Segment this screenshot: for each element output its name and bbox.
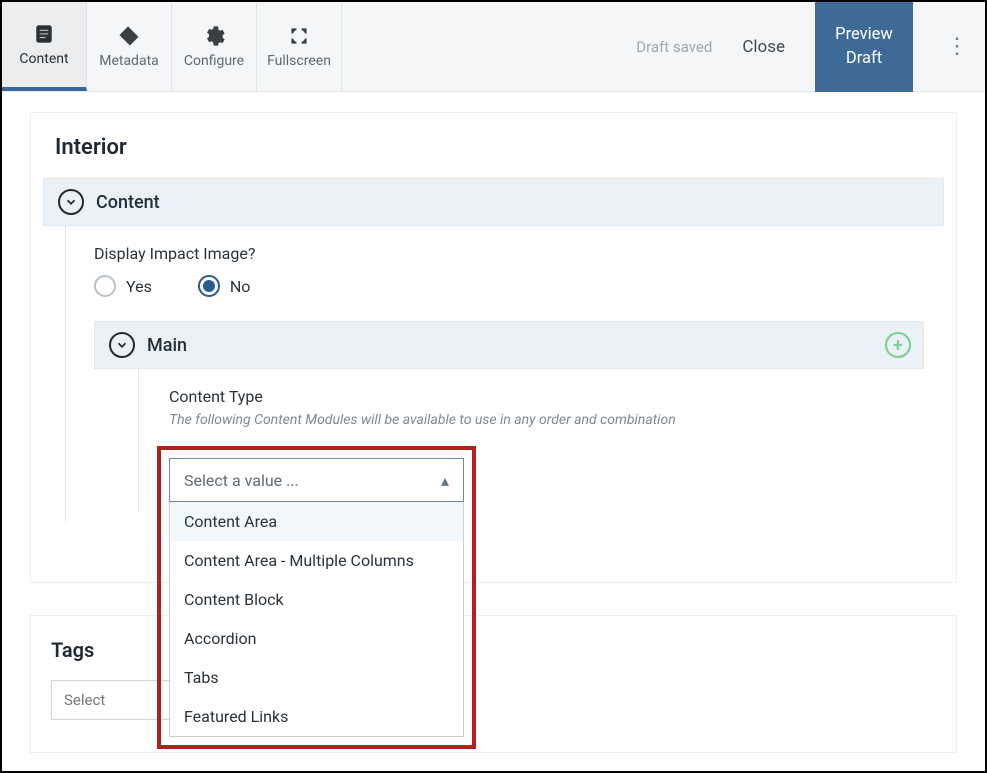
- dropdown-option-content-area-multi[interactable]: Content Area - Multiple Columns: [170, 541, 463, 580]
- dropdown-option-accordion[interactable]: Accordion: [170, 619, 463, 658]
- kebab-icon: ⋮: [946, 34, 968, 59]
- tab-configure[interactable]: Configure: [172, 2, 257, 91]
- close-button[interactable]: Close: [736, 29, 791, 65]
- tab-metadata[interactable]: Metadata: [87, 2, 172, 91]
- plus-icon: +: [893, 335, 903, 356]
- select-placeholder: Select a value ...: [184, 471, 299, 490]
- tab-fullscreen[interactable]: Fullscreen: [257, 2, 342, 91]
- document-icon: [33, 23, 55, 45]
- dropdown-option-featured-links[interactable]: Featured Links: [170, 697, 463, 736]
- tag-icon: [118, 25, 140, 47]
- content-type-dropdown: Content Area Content Area - Multiple Col…: [169, 502, 464, 737]
- page-title: Interior: [31, 113, 956, 178]
- tab-label: Configure: [184, 53, 244, 69]
- chevron-down-icon: [109, 332, 135, 358]
- more-menu-button[interactable]: ⋮: [937, 34, 977, 59]
- gear-icon: [203, 25, 225, 47]
- content-type-label: Content Type: [169, 387, 904, 406]
- tab-label: Metadata: [99, 53, 159, 69]
- content-type-select[interactable]: Select a value ... ▴: [169, 458, 464, 502]
- main-section-header[interactable]: Main +: [94, 321, 924, 369]
- caret-up-icon: ▴: [441, 471, 449, 490]
- impact-image-radio-group: Yes No: [94, 275, 924, 297]
- tab-content[interactable]: Content: [2, 2, 87, 91]
- section-title: Main: [147, 335, 187, 356]
- dropdown-option-tabs[interactable]: Tabs: [170, 658, 463, 697]
- preview-draft-button[interactable]: Preview Draft: [815, 2, 913, 92]
- fullscreen-icon: [288, 25, 310, 47]
- radio-yes[interactable]: Yes: [94, 275, 152, 297]
- content-section-header[interactable]: Content: [43, 178, 944, 226]
- interior-panel: Interior Content Display Impact Image? Y…: [30, 112, 957, 583]
- tab-label: Fullscreen: [267, 53, 331, 69]
- tool-tabs: Content Metadata Configure Fullscreen: [2, 2, 342, 91]
- content-type-help: The following Content Modules will be av…: [169, 412, 904, 428]
- impact-image-label: Display Impact Image?: [94, 244, 924, 263]
- dropdown-option-content-block[interactable]: Content Block: [170, 580, 463, 619]
- add-main-button[interactable]: +: [885, 332, 911, 358]
- section-title: Content: [96, 192, 160, 213]
- draft-status: Draft saved: [636, 38, 712, 56]
- radio-no[interactable]: No: [198, 275, 251, 297]
- dropdown-option-content-area[interactable]: Content Area: [170, 502, 463, 541]
- radio-label: Yes: [126, 277, 152, 296]
- tab-label: Content: [19, 51, 68, 67]
- radio-label: No: [230, 277, 251, 296]
- chevron-down-icon: [58, 189, 84, 215]
- top-toolbar: Content Metadata Configure Fullscreen: [2, 2, 985, 92]
